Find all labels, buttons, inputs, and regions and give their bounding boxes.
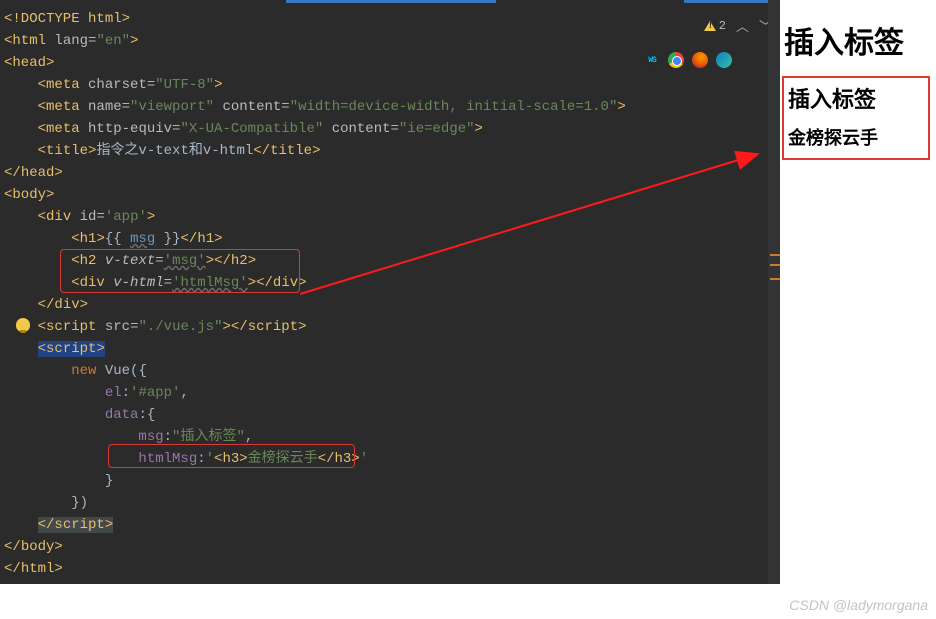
code-area[interactable]: <!DOCTYPE html> <html lang="en"> <head> …	[4, 8, 744, 580]
preview-h3: 金榜探云手	[788, 124, 924, 150]
tab-active-indicator	[286, 0, 496, 3]
scrollbar-marker	[770, 264, 780, 266]
code: <!DOCTYPE html>	[4, 11, 130, 27]
scrollbar-marker	[770, 254, 780, 256]
ide-editor[interactable]: 2 ︿ ﹀ WS <!DOCTYPE html> <html lang="en"…	[0, 0, 780, 584]
preview-h1: 插入标签	[784, 18, 928, 62]
scrollbar[interactable]	[768, 0, 780, 584]
watermark: CSDN @ladymorgana	[789, 597, 928, 613]
preview-annotation-box: 插入标签 金榜探云手	[782, 76, 930, 160]
scrollbar-marker	[770, 278, 780, 280]
tab-indicator-right	[684, 0, 780, 3]
browser-preview: 插入标签 插入标签 金榜探云手	[780, 2, 936, 584]
preview-h2: 插入标签	[788, 82, 924, 114]
